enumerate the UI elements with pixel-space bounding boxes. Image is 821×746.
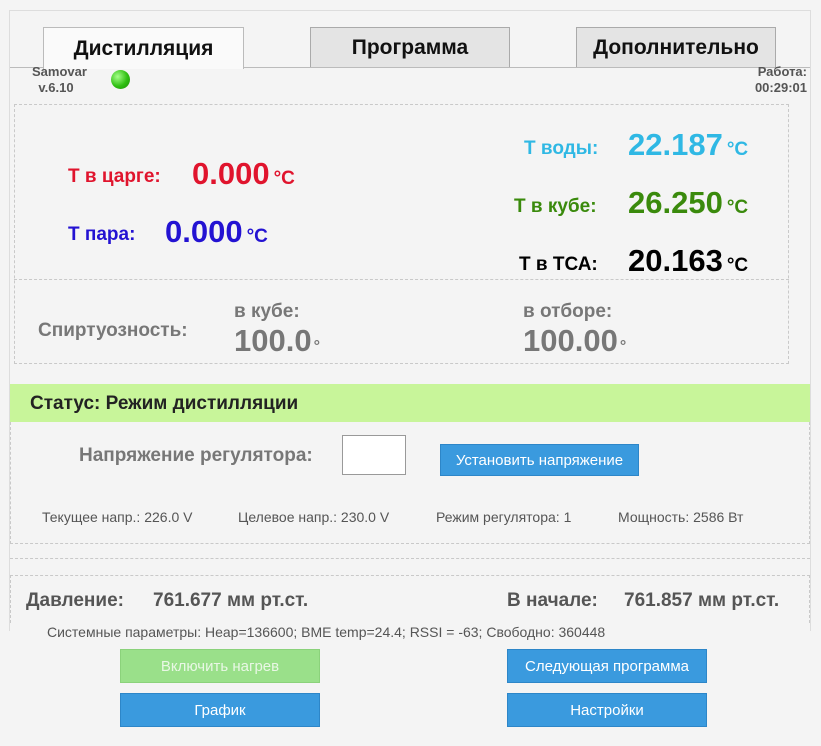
t-column-label: Т в царге: [68,166,161,187]
alcohol-take-value: 100.00 [523,323,618,358]
t-water-unit: °C [726,139,749,160]
system-params: Системные параметры: Heap=136600; BME te… [47,624,606,640]
alcohol-label: Спиртуозность: [38,320,188,341]
chart-button[interactable]: График [120,693,320,727]
work-label: Работа: [757,64,807,79]
work-time: 00:29:01 [754,80,807,95]
work-time-block: Работа: 00:29:01 [755,64,807,96]
alcohol-cube-reading: 100.0 ° [234,323,320,359]
app-info: Samovar v.6.10 [32,64,87,96]
alcohol-take-label: в отборе: [523,301,613,322]
t-tsa-unit: °C [726,255,749,276]
t-tsa-label: Т в ТСА: [519,254,598,275]
regulator-label: Напряжение регулятора: [79,445,313,466]
tab-distillation[interactable]: Дистилляция [43,27,244,69]
t-column-value: 0.000 [192,156,270,191]
app-name: Samovar [32,64,87,79]
voltage-input[interactable] [342,435,406,475]
t-cube-label: Т в кубе: [514,196,597,217]
t-steam-value: 0.000 [165,214,243,249]
t-tsa-value: 20.163 [628,243,723,278]
t-steam-unit: °C [246,226,268,247]
t-cube-value: 26.250 [628,185,723,220]
t-cube-unit: °C [726,197,749,218]
alcohol-cube-value: 100.0 [234,323,312,358]
alcohol-take-degree: ° [619,338,627,355]
t-water-label: Т воды: [524,138,599,159]
alcohol-cube-degree: ° [313,338,320,355]
pressure-start-label: В начале: [507,590,598,611]
t-steam-reading: 0.000 °C [165,214,268,250]
pressure-value: 761.677 мм рт.ст. [153,590,309,611]
alcohol-take-reading: 100.00 ° [523,323,626,359]
pressure-start-value: 761.857 мм рт.ст. [624,590,780,611]
set-voltage-button[interactable]: Установить напряжение [440,444,639,476]
t-column-reading: 0.000 °C [192,156,295,192]
status-led-icon [111,70,130,89]
target-voltage: Целевое напр.: 230.0 V [238,509,390,525]
tab-program[interactable]: Программа [310,27,510,67]
t-cube-reading: 26.250 °C [628,185,748,221]
t-tsa-reading: 20.163 °C [628,243,748,279]
t-water-reading: 22.187 °C [628,127,748,163]
divider [10,558,810,559]
pressure-label: Давление: [26,590,124,611]
enable-heating-button[interactable]: Включить нагрев [120,649,320,683]
tab-bar: Дистилляция Программа Дополнительно [10,11,810,69]
next-program-button[interactable]: Следующая программа [507,649,707,683]
app-version: v.6.10 [38,80,74,95]
settings-button[interactable]: Настройки [507,693,707,727]
alcohol-cube-label: в кубе: [234,301,300,322]
tab-advanced[interactable]: Дополнительно [576,27,776,67]
t-steam-label: Т пара: [68,224,136,245]
regulator-panel [10,422,810,544]
regulator-mode: Режим регулятора: 1 [436,509,572,525]
t-column-unit: °C [273,168,295,189]
power-readout: Мощность: 2586 Вт [618,509,744,525]
current-voltage: Текущее напр.: 226.0 V [42,509,193,525]
t-water-value: 22.187 [628,127,723,162]
status-bar: Статус: Режим дистилляции [10,384,810,422]
